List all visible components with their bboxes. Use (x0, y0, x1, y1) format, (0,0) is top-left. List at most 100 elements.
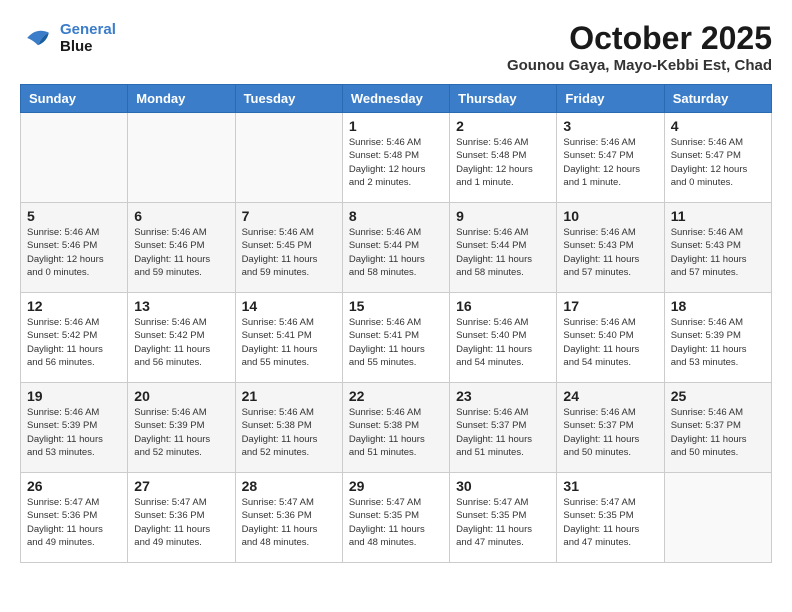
calendar-header: SundayMondayTuesdayWednesdayThursdayFrid… (21, 85, 772, 113)
day-number: 30 (456, 478, 550, 494)
day-info: Sunrise: 5:46 AM Sunset: 5:37 PM Dayligh… (671, 406, 765, 459)
header-row: SundayMondayTuesdayWednesdayThursdayFrid… (21, 85, 772, 113)
calendar-body: 1Sunrise: 5:46 AM Sunset: 5:48 PM Daylig… (21, 113, 772, 563)
day-cell: 14 Sunrise: 5:46 AM Sunset: 5:41 PM Dayli… (235, 293, 342, 383)
week-row-4: 19 Sunrise: 5:46 AM Sunset: 5:39 PM Dayli… (21, 383, 772, 473)
day-info: Sunrise: 5:47 AM Sunset: 5:35 PM Dayligh… (456, 496, 550, 549)
day-cell (21, 113, 128, 203)
day-info: Sunrise: 5:46 AM Sunset: 5:38 PM Dayligh… (349, 406, 443, 459)
location: Gounou Gaya, Mayo-Kebbi Est, Chad (507, 57, 772, 74)
day-cell: 10 Sunrise: 5:46 AM Sunset: 5:43 PM Dayli… (557, 203, 664, 293)
logo: General Blue (20, 20, 116, 56)
day-cell: 17 Sunrise: 5:46 AM Sunset: 5:40 PM Dayli… (557, 293, 664, 383)
day-info: Sunrise: 5:47 AM Sunset: 5:36 PM Dayligh… (27, 496, 121, 549)
day-cell: 8 Sunrise: 5:46 AM Sunset: 5:44 PM Daylig… (342, 203, 449, 293)
day-number: 16 (456, 298, 550, 314)
week-row-5: 26 Sunrise: 5:47 AM Sunset: 5:36 PM Dayli… (21, 473, 772, 563)
day-info: Sunrise: 5:46 AM Sunset: 5:47 PM Dayligh… (671, 136, 765, 189)
day-number: 25 (671, 388, 765, 404)
day-cell: 6 Sunrise: 5:46 AM Sunset: 5:46 PM Daylig… (128, 203, 235, 293)
day-number: 31 (563, 478, 657, 494)
day-number: 5 (27, 208, 121, 224)
day-cell: 23Sunrise: 5:46 AM Sunset: 5:37 PM Dayli… (450, 383, 557, 473)
day-number: 9 (456, 208, 550, 224)
day-cell: 2 Sunrise: 5:46 AM Sunset: 5:48 PM Daylig… (450, 113, 557, 203)
day-number: 17 (563, 298, 657, 314)
day-info: Sunrise: 5:46 AM Sunset: 5:48 PM Dayligh… (456, 136, 550, 189)
day-info: Sunrise: 5:46 AM Sunset: 5:46 PM Dayligh… (134, 226, 228, 279)
header-cell-saturday: Saturday (664, 85, 771, 113)
day-number: 8 (349, 208, 443, 224)
day-info: Sunrise: 5:46 AM Sunset: 5:41 PM Dayligh… (349, 316, 443, 369)
day-number: 2 (456, 118, 550, 134)
page-header: General Blue October 2025 Gounou Gaya, M… (20, 20, 772, 74)
day-number: 18 (671, 298, 765, 314)
day-cell: 7 Sunrise: 5:46 AM Sunset: 5:45 PM Daylig… (235, 203, 342, 293)
day-cell: 20Sunrise: 5:46 AM Sunset: 5:39 PM Dayli… (128, 383, 235, 473)
day-cell: 16 Sunrise: 5:46 AM Sunset: 5:40 PM Dayli… (450, 293, 557, 383)
day-number: 22 (349, 388, 443, 404)
day-number: 15 (349, 298, 443, 314)
week-row-2: 5 Sunrise: 5:46 AM Sunset: 5:46 PM Daylig… (21, 203, 772, 293)
day-cell: 18 Sunrise: 5:46 AM Sunset: 5:39 PM Dayli… (664, 293, 771, 383)
day-info: Sunrise: 5:46 AM Sunset: 5:44 PM Dayligh… (349, 226, 443, 279)
day-info: Sunrise: 5:46 AM Sunset: 5:40 PM Dayligh… (563, 316, 657, 369)
day-number: 24 (563, 388, 657, 404)
day-info: Sunrise: 5:46 AM Sunset: 5:44 PM Dayligh… (456, 226, 550, 279)
day-number: 13 (134, 298, 228, 314)
day-cell: 5 Sunrise: 5:46 AM Sunset: 5:46 PM Daylig… (21, 203, 128, 293)
day-number: 26 (27, 478, 121, 494)
day-cell: 25 Sunrise: 5:46 AM Sunset: 5:37 PM Dayli… (664, 383, 771, 473)
day-info: Sunrise: 5:46 AM Sunset: 5:37 PM Dayligh… (563, 406, 657, 459)
day-cell (128, 113, 235, 203)
day-number: 3 (563, 118, 657, 134)
day-cell: 27Sunrise: 5:47 AM Sunset: 5:36 PM Dayli… (128, 473, 235, 563)
title-block: October 2025 Gounou Gaya, Mayo-Kebbi Est… (507, 20, 772, 74)
day-info: Sunrise: 5:46 AM Sunset: 5:42 PM Dayligh… (27, 316, 121, 369)
header-cell-monday: Monday (128, 85, 235, 113)
day-info: Sunrise: 5:46 AM Sunset: 5:47 PM Dayligh… (563, 136, 657, 189)
day-number: 12 (27, 298, 121, 314)
day-cell: 15 Sunrise: 5:46 AM Sunset: 5:41 PM Dayli… (342, 293, 449, 383)
day-cell: 1Sunrise: 5:46 AM Sunset: 5:48 PM Daylig… (342, 113, 449, 203)
day-cell: 31 Sunrise: 5:47 AM Sunset: 5:35 PM Dayli… (557, 473, 664, 563)
header-cell-tuesday: Tuesday (235, 85, 342, 113)
day-number: 14 (242, 298, 336, 314)
day-info: Sunrise: 5:46 AM Sunset: 5:39 PM Dayligh… (27, 406, 121, 459)
day-info: Sunrise: 5:46 AM Sunset: 5:39 PM Dayligh… (671, 316, 765, 369)
day-info: Sunrise: 5:46 AM Sunset: 5:39 PM Dayligh… (134, 406, 228, 459)
day-cell: 11Sunrise: 5:46 AM Sunset: 5:43 PM Dayli… (664, 203, 771, 293)
day-info: Sunrise: 5:46 AM Sunset: 5:45 PM Dayligh… (242, 226, 336, 279)
day-number: 10 (563, 208, 657, 224)
day-info: Sunrise: 5:46 AM Sunset: 5:48 PM Dayligh… (349, 136, 443, 189)
day-number: 6 (134, 208, 228, 224)
day-number: 29 (349, 478, 443, 494)
day-number: 19 (27, 388, 121, 404)
day-cell: 29 Sunrise: 5:47 AM Sunset: 5:35 PM Dayli… (342, 473, 449, 563)
day-info: Sunrise: 5:46 AM Sunset: 5:41 PM Dayligh… (242, 316, 336, 369)
day-cell (235, 113, 342, 203)
week-row-1: 1Sunrise: 5:46 AM Sunset: 5:48 PM Daylig… (21, 113, 772, 203)
header-cell-thursday: Thursday (450, 85, 557, 113)
day-info: Sunrise: 5:46 AM Sunset: 5:43 PM Dayligh… (563, 226, 657, 279)
day-cell (664, 473, 771, 563)
day-cell: 24 Sunrise: 5:46 AM Sunset: 5:37 PM Dayli… (557, 383, 664, 473)
day-number: 4 (671, 118, 765, 134)
day-info: Sunrise: 5:47 AM Sunset: 5:35 PM Dayligh… (349, 496, 443, 549)
logo-text: General Blue (60, 21, 116, 55)
day-number: 7 (242, 208, 336, 224)
day-info: Sunrise: 5:47 AM Sunset: 5:36 PM Dayligh… (242, 496, 336, 549)
day-number: 23 (456, 388, 550, 404)
day-cell: 4 Sunrise: 5:46 AM Sunset: 5:47 PM Daylig… (664, 113, 771, 203)
day-info: Sunrise: 5:46 AM Sunset: 5:42 PM Dayligh… (134, 316, 228, 369)
day-info: Sunrise: 5:46 AM Sunset: 5:46 PM Dayligh… (27, 226, 121, 279)
logo-icon (20, 20, 56, 56)
header-cell-sunday: Sunday (21, 85, 128, 113)
day-info: Sunrise: 5:47 AM Sunset: 5:35 PM Dayligh… (563, 496, 657, 549)
month-title: October 2025 (507, 20, 772, 57)
header-cell-friday: Friday (557, 85, 664, 113)
day-info: Sunrise: 5:47 AM Sunset: 5:36 PM Dayligh… (134, 496, 228, 549)
day-info: Sunrise: 5:46 AM Sunset: 5:40 PM Dayligh… (456, 316, 550, 369)
week-row-3: 12 Sunrise: 5:46 AM Sunset: 5:42 PM Dayli… (21, 293, 772, 383)
day-number: 11 (671, 208, 765, 224)
